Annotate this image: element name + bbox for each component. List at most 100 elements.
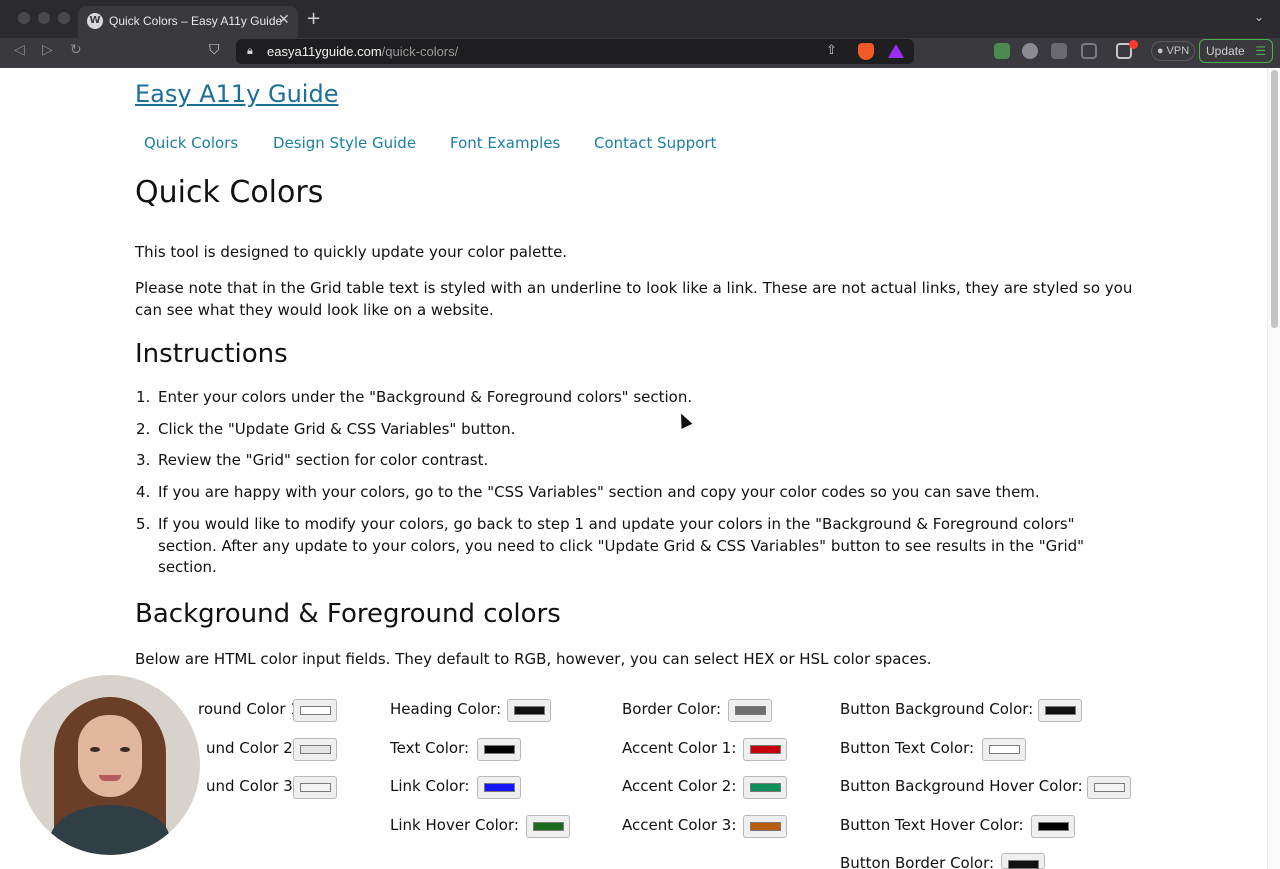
note-paragraph: Please note that in the Grid table text … [135,279,1133,319]
webcam-figure [78,715,142,797]
button-background-hover-color-input[interactable] [1087,776,1131,799]
reload-icon[interactable]: ↻ [70,42,82,58]
browser-chrome: W Quick Colors – Easy A11y Guide ✕ + ⌄ ◁… [0,0,1280,68]
wordpress-icon: W [87,13,103,29]
lock-icon: 🔒︎ [247,44,253,57]
notification-badge [1129,40,1138,49]
nav-quick-colors[interactable]: Quick Colors [144,134,238,152]
swatch-fill [533,822,564,831]
step-text: Enter your colors under the "Background … [158,388,693,406]
swatch-fill [300,745,331,754]
close-window-icon[interactable] [18,12,30,24]
vpn-button[interactable]: ● VPN [1151,41,1195,61]
close-tab-icon[interactable]: ✕ [278,12,290,28]
share-icon[interactable]: ⇧ [826,43,837,58]
button-border-color-input[interactable] [1001,853,1045,869]
background-color-1-input[interactable] [293,699,337,722]
swatch-fill [750,822,781,831]
accent-color-3-input[interactable] [743,815,787,838]
colors-heading: Background & Foreground colors [135,599,561,629]
step-text: If you would like to modify your colors,… [158,515,1085,576]
back-icon[interactable]: ◁ [14,42,25,58]
browser-tab-active[interactable]: W Quick Colors – Easy A11y Guide ✕ [78,6,298,38]
tab-title: Quick Colors – Easy A11y Guide [109,14,283,28]
swatch-fill [735,706,766,715]
heading-color-input[interactable] [507,699,551,722]
chevron-down-icon[interactable]: ⌄ [1254,10,1264,24]
scrollbar-thumb[interactable] [1271,70,1278,328]
new-tab-icon[interactable]: + [306,9,321,29]
button-text-color-label: Button Text Color: [840,739,975,757]
button-text-hover-color-label: Button Text Hover Color: [840,816,1024,834]
puzzle-icon[interactable] [1051,43,1067,59]
ip-extension-icon[interactable] [1022,43,1038,59]
address-bar[interactable]: 🔒︎ easya11yguide.com/quick-colors/ ⇧ [236,39,914,64]
site-title-link[interactable]: Easy A11y Guide [135,80,338,108]
border-color-input[interactable] [728,699,772,722]
link-color-input[interactable] [477,776,521,799]
accent-color-1-label: Accent Color 1: [622,739,737,757]
intro-paragraph: This tool is designed to quickly update … [135,243,568,261]
button-text-hover-color-input[interactable] [1031,815,1075,838]
button-text-color-input[interactable] [982,738,1026,761]
brave-shields-icon[interactable] [858,43,874,60]
accent-color-2-label: Accent Color 2: [622,777,737,795]
instruction-step: 4. If you are happy with your colors, go … [136,482,1108,504]
instruction-step: 2. Click the "Update Grid & CSS Variables… [136,419,1108,441]
url-path: /quick-colors/ [381,44,459,59]
swatch-fill [1045,706,1076,715]
button-background-color-label: Button Background Color: [840,700,1034,718]
swatch-fill [989,745,1020,754]
swatch-fill [750,745,781,754]
step-text: If you are happy with your colors, go to… [158,483,1040,501]
tab-bar: W Quick Colors – Easy A11y Guide ✕ + ⌄ [0,0,1280,38]
nav-design-style-guide[interactable]: Design Style Guide [273,134,416,152]
accent-color-2-input[interactable] [743,776,787,799]
swatch-fill [1094,783,1125,792]
text-color-input[interactable] [477,738,521,761]
swatch-fill [300,783,331,792]
step-number: 2. [136,420,151,438]
webcam-figure [90,747,100,752]
forward-icon[interactable]: ▷ [42,42,53,58]
link-hover-color-input[interactable] [526,815,570,838]
instruction-step: 1. Enter your colors under the "Backgroun… [136,387,1108,409]
accent-color-3-label: Accent Color 3: [622,816,737,834]
extension-icon[interactable] [994,43,1010,59]
background-color-3-input[interactable] [293,776,337,799]
button-background-color-input[interactable] [1038,699,1082,722]
colors-intro: Below are HTML color input fields. They … [135,650,932,668]
border-color-label: Border Color: [622,700,722,718]
page-scrollbar[interactable] [1267,68,1280,869]
update-label: Update [1206,44,1245,58]
nav-contact-support[interactable]: Contact Support [594,134,716,152]
link-color-label: Link Color: [390,777,470,795]
menu-icon: ☰ [1255,44,1266,58]
background-color-1-label: round Color 1: [198,700,305,718]
step-number: 1. [136,388,151,406]
bookmark-icon[interactable]: ⛉ [209,42,220,58]
page-title: Quick Colors [135,175,324,210]
swatch-fill [514,706,545,715]
instructions-heading: Instructions [135,339,288,369]
step-text: Review the "Grid" section for color cont… [158,451,489,469]
nav-font-examples[interactable]: Font Examples [450,134,560,152]
browser-toolbar: ◁ ▷ ↻ ⛉ 🔒︎ easya11yguide.com/quick-color… [0,38,1280,68]
step-number: 4. [136,483,151,501]
instruction-step: 3. Review the "Grid" section for color co… [136,450,1108,472]
button-border-color-label: Button Border Color: [840,854,995,869]
brave-rewards-icon[interactable] [888,44,904,58]
link-hover-color-label: Link Hover Color: [390,816,519,834]
url-host: easya11yguide.com [267,44,382,59]
background-color-2-input[interactable] [293,738,337,761]
sidebar-icon[interactable] [1081,43,1097,59]
step-text: Click the "Update Grid & CSS Variables" … [158,420,516,438]
swatch-fill [484,745,515,754]
update-button[interactable]: Update ☰ [1199,39,1273,63]
maximize-window-icon[interactable] [58,12,70,24]
minimize-window-icon[interactable] [38,12,50,24]
accent-color-1-input[interactable] [743,738,787,761]
url-text: easya11yguide.com/quick-colors/ [267,44,458,59]
button-background-hover-color-label: Button Background Hover Color: [840,777,1083,795]
background-color-3-label: und Color 3: [206,777,298,795]
